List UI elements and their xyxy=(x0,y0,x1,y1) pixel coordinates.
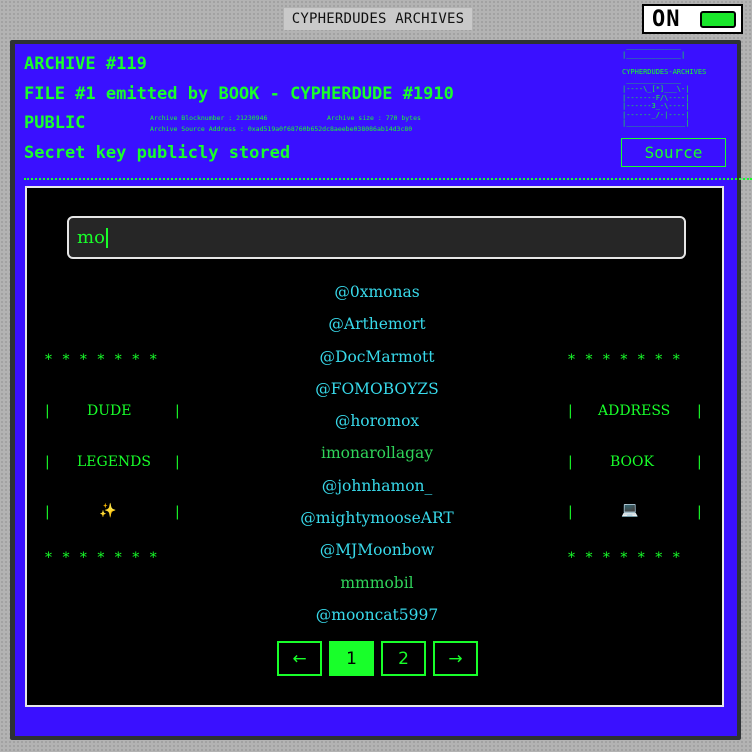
result-label: @DocMarmott xyxy=(319,347,435,366)
left-box-line1: DUDE xyxy=(87,403,132,419)
power-toggle[interactable]: ON xyxy=(642,4,743,34)
source-address: Archive Source Address : 0xad519a0f68760… xyxy=(150,125,413,133)
page-button-1[interactable]: 1 xyxy=(329,641,374,676)
list-item[interactable]: @mightymooseART xyxy=(227,502,527,534)
text-caret xyxy=(105,228,108,248)
sparkles-icon: ✨ xyxy=(99,503,117,519)
result-label: @0xmonas xyxy=(334,283,420,301)
right-box-line2: BOOK xyxy=(610,454,654,470)
result-label: mmmobil xyxy=(340,573,414,592)
page-button-2[interactable]: 2 xyxy=(381,641,426,676)
list-item[interactable]: @Arthemort xyxy=(227,308,527,340)
right-box-bottom-border: * * * * * * * xyxy=(568,550,680,566)
list-item[interactable]: @mooncat5997 xyxy=(227,599,527,631)
result-label: @Arthemort xyxy=(328,315,426,334)
list-item[interactable]: @johnhamon_ xyxy=(227,470,527,502)
left-box-bar: | xyxy=(175,454,180,470)
result-label: @mooncat5997 xyxy=(315,605,439,624)
left-box-bar: | xyxy=(175,403,180,419)
result-label: @horomox xyxy=(334,412,420,431)
visibility-label: PUBLIC xyxy=(24,113,86,133)
right-box-top-border: * * * * * * * xyxy=(568,352,680,368)
right-box-bar: | xyxy=(568,504,573,520)
right-box-bar: | xyxy=(697,454,702,470)
search-value: mo xyxy=(77,227,105,248)
left-box-bar: | xyxy=(45,454,50,470)
power-label: ON xyxy=(652,6,681,32)
left-box-bar: | xyxy=(45,504,50,520)
list-item[interactable]: @MJMoonbow xyxy=(227,534,527,566)
left-box-line2: LEGENDS xyxy=(77,454,151,470)
prev-page-button[interactable]: ← xyxy=(277,641,322,676)
list-item[interactable]: @horomox xyxy=(227,405,527,437)
left-box-top-border: * * * * * * * xyxy=(45,352,157,368)
list-item[interactable]: @0xmonas xyxy=(227,276,527,308)
archive-number: ARCHIVE #119 xyxy=(24,54,147,74)
file-info: FILE #1 emitted by BOOK - CYPHERDUDE #19… xyxy=(24,84,454,104)
right-box-bar: | xyxy=(568,403,573,419)
results-list: @0xmonas @Arthemort @DocMarmott @FOMOBOY… xyxy=(227,276,527,631)
result-label: @johnhamon_ xyxy=(321,476,433,495)
list-item[interactable]: @DocMarmott xyxy=(227,341,527,373)
ascii-logo: _____________ |_____________| CYPHERDUDE… xyxy=(622,42,707,128)
left-box-bar: | xyxy=(45,403,50,419)
archive-size: Archive size : 770 bytes xyxy=(327,114,421,122)
source-button[interactable]: Source xyxy=(621,138,726,167)
power-led-icon xyxy=(700,11,736,28)
right-box-bar: | xyxy=(697,504,702,520)
title-bar: CYPHERDUDES ARCHIVES ON xyxy=(0,0,752,38)
laptop-icon: 💻 xyxy=(621,502,639,518)
status-text: Secret key publicly stored xyxy=(24,143,291,163)
result-label: @mightymooseART xyxy=(300,509,454,528)
block-number: Archive Blocknumber : 21230946 xyxy=(150,114,268,122)
pagination: ← 1 2 → xyxy=(277,641,478,676)
dotted-divider xyxy=(24,178,752,180)
next-page-button[interactable]: → xyxy=(433,641,478,676)
right-box-line1: ADDRESS xyxy=(598,403,671,419)
list-item[interactable]: imonarollagay xyxy=(227,437,527,469)
left-box-bottom-border: * * * * * * * xyxy=(45,550,157,566)
list-item[interactable]: mmmobil xyxy=(227,567,527,599)
terminal-screen: mo @0xmonas @Arthemort @DocMarmott @FOMO… xyxy=(25,186,724,707)
right-box-bar: | xyxy=(568,454,573,470)
right-box-bar: | xyxy=(697,403,702,419)
result-label: imonarollagay xyxy=(320,444,434,463)
result-label: @FOMOBOYZS xyxy=(315,379,439,398)
list-item[interactable]: @FOMOBOYZS xyxy=(227,373,527,405)
search-input[interactable]: mo xyxy=(67,216,686,259)
result-label: @MJMoonbow xyxy=(319,541,435,560)
left-box-bar: | xyxy=(175,504,180,520)
app-title: CYPHERDUDES ARCHIVES xyxy=(284,8,472,30)
